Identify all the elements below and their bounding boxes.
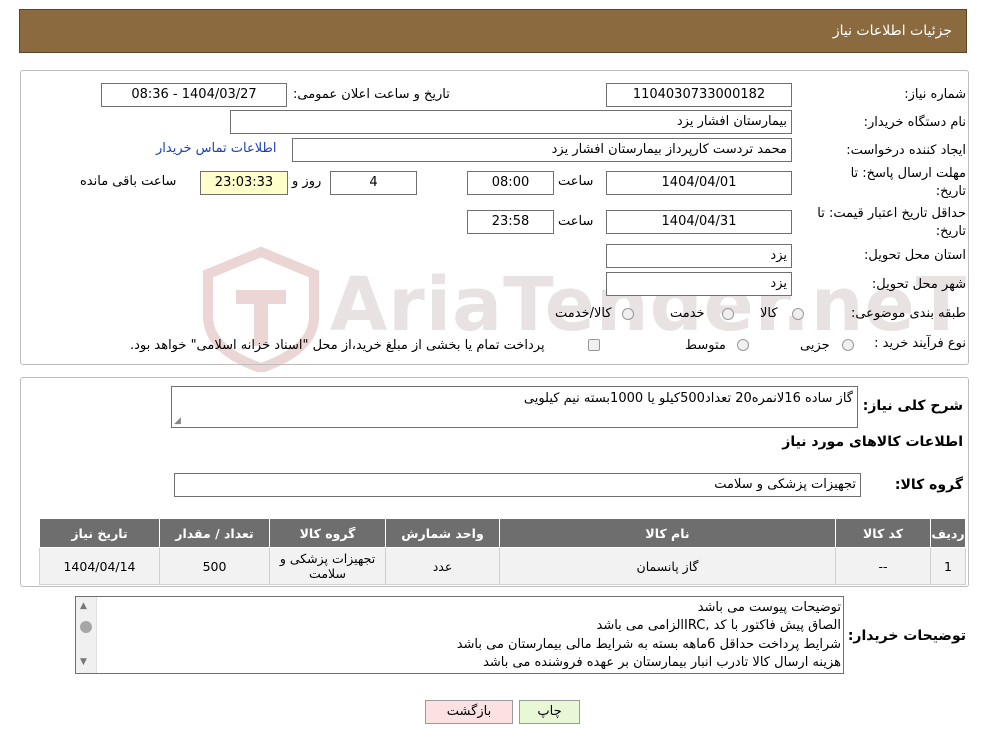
treasury-checkbox[interactable] [588,339,600,351]
days-field: 4 [330,171,417,195]
notes-line-1: توضیحات پیوست می باشد [697,600,841,615]
page-header: جزئیات اطلاعات نیاز [19,9,967,53]
category-option-goods-service: کالا/خدمت [555,306,612,321]
remaining-time-field: 23:03:33 [200,171,288,195]
scroll-up-icon[interactable]: ▲ [80,601,87,611]
goods-group-label: گروه کالا: [894,477,963,493]
table-row: 1 -- گاز پانسمان عدد تجهیزات پزشکی و سلا… [39,547,966,585]
price-validity-time-field: 23:58 [467,210,554,234]
goods-table: ردیف کد کالا نام کالا واحد شمارش گروه کا… [39,518,966,585]
col-code: کد کالا [835,518,931,548]
scroll-thumb[interactable] [80,621,92,633]
notes-line-4: هزینه ارسال کالا تادرب انبار بیمارستان ب… [483,655,841,670]
price-validity-date-field: 1404/04/31 [606,210,792,234]
category-radio-service[interactable] [722,308,734,320]
notes-line-3: شرایط پرداخت حداقل 6ماهه بسته به شرایط م… [456,637,841,652]
province-label: استان محل تحویل: [864,248,966,263]
buyer-org-label: نام دستگاه خریدار: [863,115,966,130]
need-number-label: شماره نیاز: [904,87,966,102]
requester-label: ایجاد کننده درخواست: [846,143,966,158]
col-unit: واحد شمارش [385,518,500,548]
back-button[interactable]: بازگشت [425,700,513,724]
category-option-service: خدمت [670,306,705,321]
goods-group-field: تجهیزات پزشکی و سلامت [174,473,861,497]
cell-qty: 500 [159,547,270,585]
cell-name: گاز پانسمان [499,547,836,585]
announce-label: تاریخ و ساعت اعلان عمومی: [293,87,450,102]
purchase-option-medium: متوسط [685,338,726,353]
need-number-field: 1104030733000182 [606,83,792,107]
remaining-time-label: ساعت باقی مانده [80,174,177,189]
cell-row: 1 [930,547,966,585]
description-field: گاز ساده 16لانمره20 تعداد500کیلو یا 1000… [171,386,858,428]
purchase-option-minor: جزیی [800,338,830,353]
col-qty: تعداد / مقدار [159,518,270,548]
price-validity-label: حداقل تاریخ اعتبار قیمت: تا [817,206,966,221]
requester-field: محمد تردست کارپرداز بیمارستان افشار یزد [292,138,792,162]
days-label: روز و [292,174,322,189]
treasury-note: پرداخت تمام یا بخشی از مبلغ خرید،از محل … [130,338,545,353]
reply-date-field: 1404/04/01 [606,171,792,195]
purchase-radio-minor[interactable] [842,339,854,351]
category-option-goods: کالا [760,306,778,321]
notes-scrollbar[interactable]: ▲ ▼ [76,597,97,673]
print-button[interactable]: چاپ [519,700,580,724]
col-name: نام کالا [499,518,836,548]
resize-grip-icon[interactable]: ◢ [174,416,181,426]
purchase-type-label: نوع فرآیند خرید : [874,336,966,351]
category-radio-goods[interactable] [792,308,804,320]
buyer-org-field: بیمارستان افشار یزد [230,110,792,134]
province-field: یزد [606,244,792,268]
scroll-down-icon[interactable]: ▼ [80,657,87,667]
reply-time-label: ساعت [558,174,594,189]
contact-info-link[interactable]: اطلاعات تماس خریدار [156,141,276,156]
reply-time-field: 08:00 [467,171,554,195]
announce-datetime-field: 1404/03/27 - 08:36 [101,83,287,107]
cell-group: تجهیزات پزشکی و سلامت [269,547,386,585]
cell-date: 1404/04/14 [39,547,160,585]
price-validity-label-2: تاریخ: [935,224,966,239]
col-row: ردیف [930,518,966,548]
cell-code: -- [835,547,931,585]
reply-deadline-label-2: تاریخ: [935,184,966,199]
col-date: تاریخ نیاز [39,518,160,548]
page-title: جزئیات اطلاعات نیاز [832,23,952,39]
purchase-radio-medium[interactable] [737,339,749,351]
notes-line-2: الصاق پیش فاکتور با کد ,IRCالزامی می باش… [596,618,842,633]
buyer-notes-label: توضیحات خریدار: [847,628,966,644]
buyer-notes-field: توضیحات پیوست می باشد الصاق پیش فاکتور ب… [75,596,844,674]
table-header-row: ردیف کد کالا نام کالا واحد شمارش گروه کا… [39,518,966,548]
cell-unit: عدد [385,547,500,585]
reply-deadline-label: مهلت ارسال پاسخ: تا [850,166,966,181]
col-group: گروه کالا [269,518,386,548]
description-label: شرح کلی نیاز: [862,398,963,414]
category-radio-goods-service[interactable] [622,308,634,320]
category-label: طبقه بندی موضوعی: [850,306,966,321]
goods-section-title: اطلاعات کالاهای مورد نیاز [782,434,963,450]
city-field: یزد [606,272,792,296]
price-validity-time-label: ساعت [558,214,594,229]
city-label: شهر محل تحویل: [871,277,966,292]
description-text: گاز ساده 16لانمره20 تعداد500کیلو یا 1000… [523,391,853,406]
